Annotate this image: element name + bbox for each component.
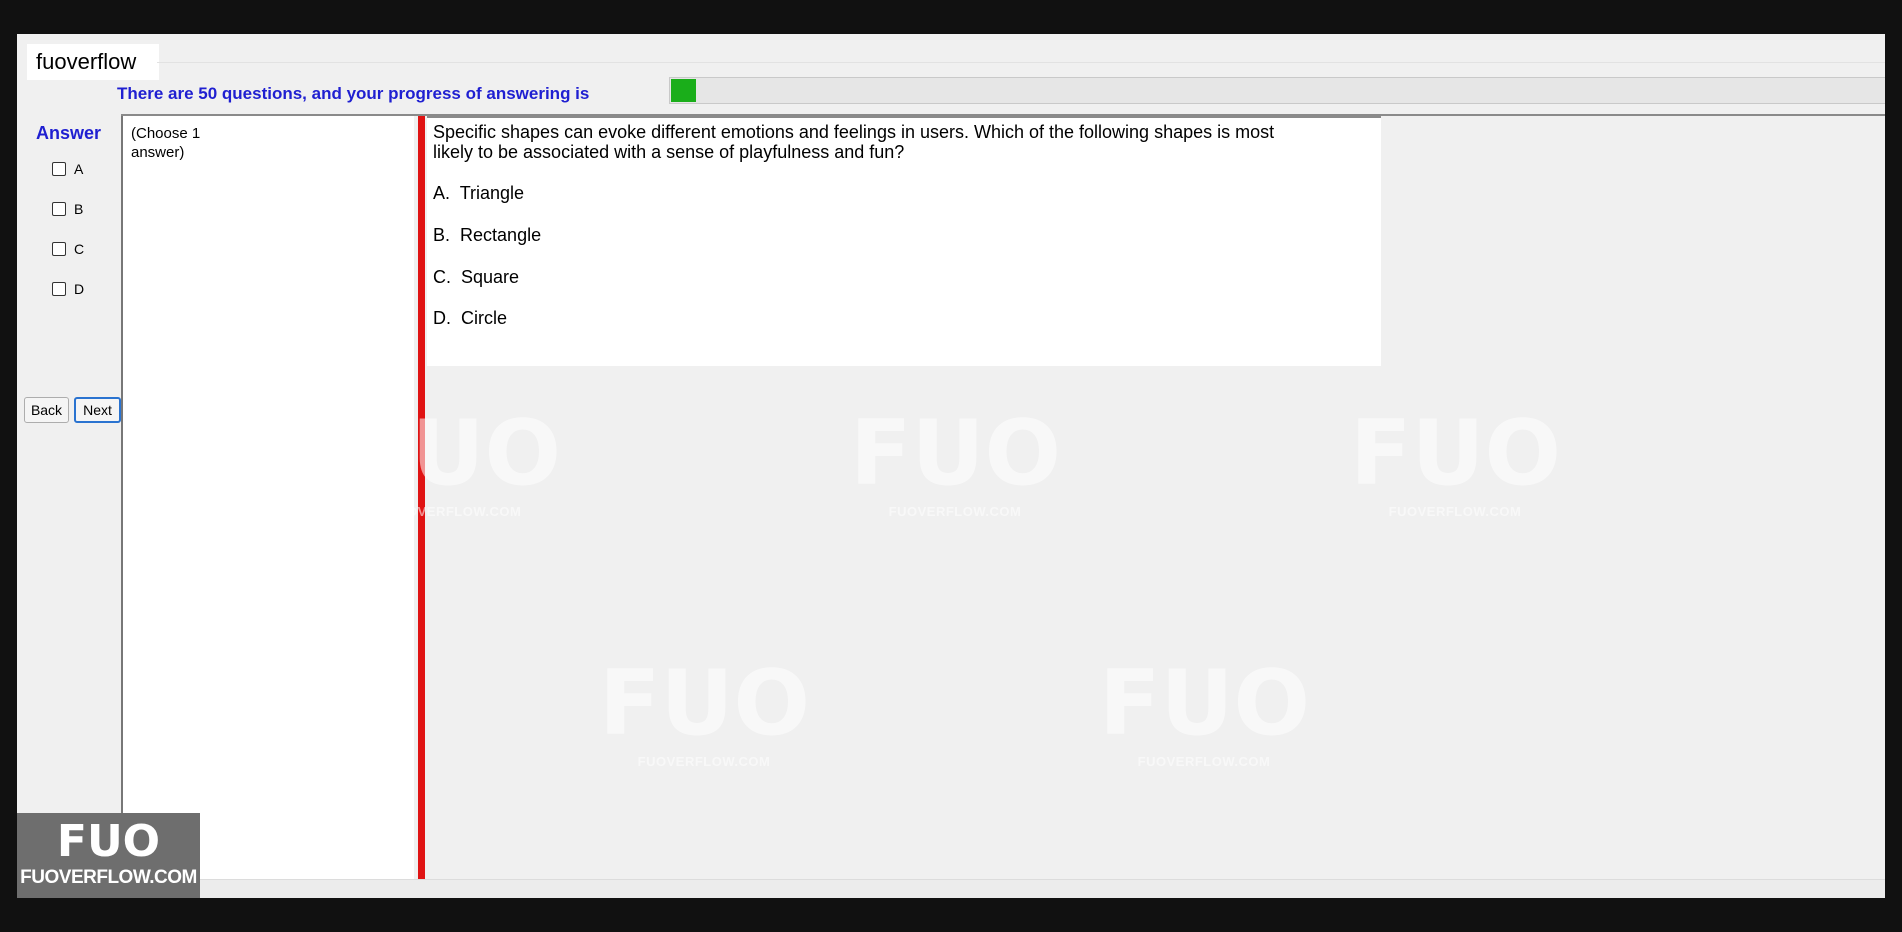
- question-panel: Specific shapes can evoke different emot…: [427, 116, 1381, 366]
- checkbox-c[interactable]: [52, 242, 66, 256]
- answer-option-b[interactable]: B: [52, 199, 83, 219]
- answer-option-label: A: [74, 161, 84, 177]
- question-text: Specific shapes can evoke different emot…: [433, 122, 1275, 162]
- question-option-b: B. Rectangle: [433, 225, 542, 245]
- site-logo: FUO FUOVERFLOW.COM: [17, 813, 200, 898]
- watermark: FUOFUOVERFLOW.COM: [1099, 651, 1311, 770]
- checkbox-a[interactable]: [52, 162, 66, 176]
- status-bar: [17, 879, 1885, 898]
- question-option-c: C. Square: [433, 267, 520, 287]
- next-button[interactable]: Next: [74, 397, 121, 423]
- answer-option-label: C: [74, 241, 85, 257]
- back-button[interactable]: Back: [24, 397, 69, 423]
- watermark: FUOFUOVERFLOW.COM: [599, 651, 811, 770]
- watermark: FUOFUOVERFLOW.COM: [1350, 401, 1562, 520]
- answer-option-d[interactable]: D: [52, 279, 84, 299]
- question-option-a: A. Triangle: [433, 183, 525, 203]
- progress-fill: [671, 79, 696, 102]
- choose-instruction: (Choose 1 answer): [131, 125, 201, 161]
- checkbox-d[interactable]: [52, 282, 66, 296]
- answer-option-label: B: [74, 201, 84, 217]
- app-title: fuoverflow: [27, 44, 159, 80]
- watermark: FUOFUOVERFLOW.COM: [850, 401, 1062, 520]
- title-separator: [157, 62, 1885, 63]
- answer-option-a[interactable]: A: [52, 159, 83, 179]
- choose-panel: (Choose 1 answer): [121, 116, 414, 886]
- answer-option-label: D: [74, 281, 85, 297]
- answer-option-c[interactable]: C: [52, 239, 84, 259]
- progress-bar: [669, 77, 1885, 104]
- question-option-d: D. Circle: [433, 308, 508, 328]
- quiz-window: fuoverflow There are 50 questions, and y…: [17, 34, 1885, 898]
- checkbox-b[interactable]: [52, 202, 66, 216]
- progress-label: There are 50 questions, and your progres…: [117, 84, 590, 103]
- answer-heading: Answer: [36, 123, 102, 143]
- splitter-bar[interactable]: [418, 116, 425, 886]
